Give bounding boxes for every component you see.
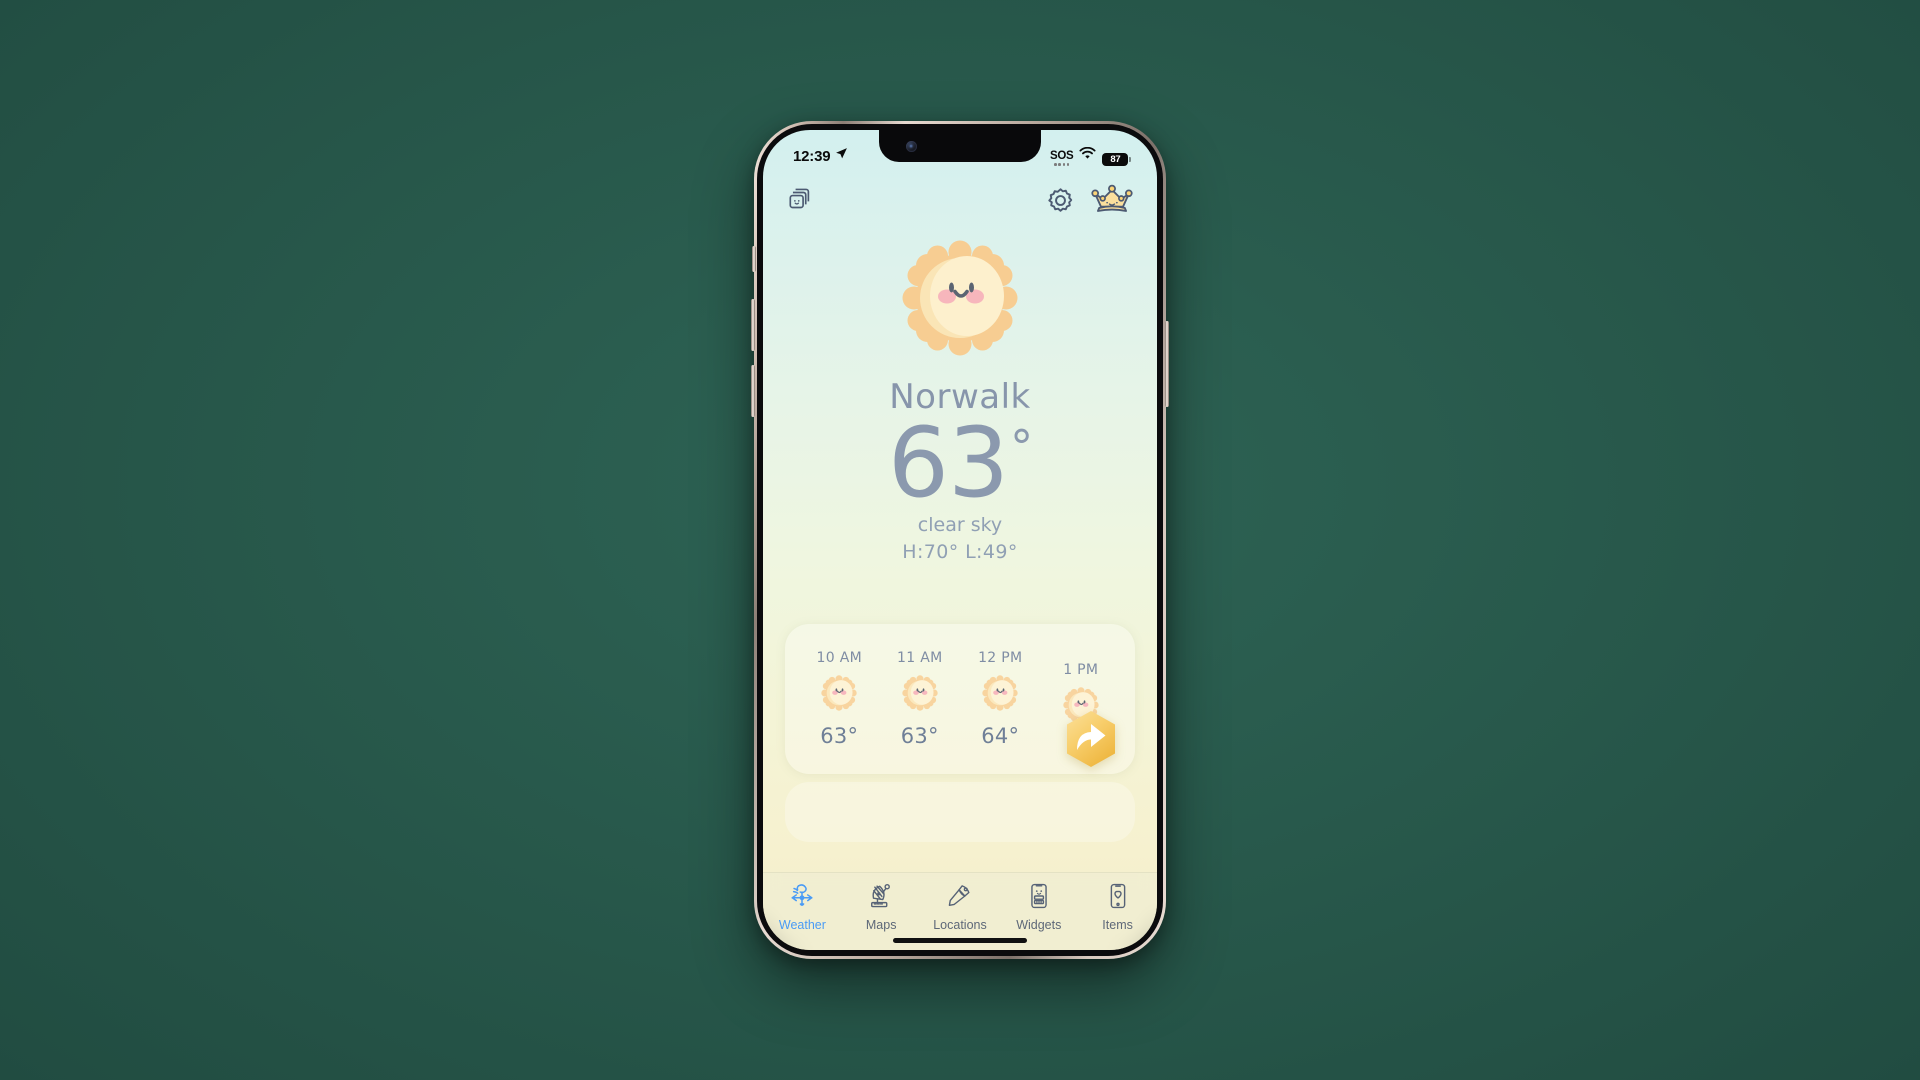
tab-label: Weather [778,918,826,932]
hourly-item[interactable]: 10 AM 63° [812,650,866,748]
battery-cap [1129,156,1131,162]
home-indicator[interactable] [893,938,1027,943]
hour-label: 12 PM [978,650,1023,666]
sun-face-icon [900,673,940,717]
app-header-right [1046,182,1135,218]
tab-label: Widgets [1016,918,1062,932]
gear-icon[interactable] [1046,186,1075,215]
app-header [763,182,1157,218]
sos-label: SOS [1050,149,1074,162]
hourly-forecast-card[interactable]: 10 AM 63° 11 AM 63° 12 PM 64° 1 PM [785,624,1135,774]
hourly-item[interactable]: 12 PM 64° [973,650,1027,748]
tab-label: Items [1102,918,1133,932]
current-temperature: 63 ° [887,407,1033,519]
status-time: 12:39 [793,147,831,165]
cards-stack-icon[interactable] [785,185,815,215]
condition-text: clear sky [917,513,1003,536]
weathervane-icon [787,881,817,915]
signal-dots [1054,162,1070,166]
high-low-text: H:70° L:49° [902,540,1018,563]
battery-indicator: 87 [1102,152,1131,166]
sun-face-icon [819,673,859,717]
power-button[interactable] [1165,321,1169,407]
volume-down-button[interactable] [751,365,755,417]
status-bar-right: SOS 87 [1050,146,1131,166]
weather-main: Norwalk 63 ° clear sky H:70° L:49° [763,225,1157,563]
phone-screen: 12:39 SOS 87 Norwalk 63 ° clear sky H:70… [763,130,1157,950]
tab-label: Maps [865,918,897,932]
silent-switch[interactable] [751,246,756,272]
battery-percent: 87 [1110,153,1121,165]
status-bar-left: 12:39 [793,147,848,165]
pushpin-icon [945,881,975,915]
share-button[interactable] [1060,708,1122,770]
location-arrow-icon [835,147,848,165]
degree-symbol: ° [1010,420,1033,474]
hour-temp: 64° [981,724,1020,748]
front-camera [906,141,917,152]
hourly-item[interactable]: 11 AM 63° [893,650,947,748]
wifi-icon [1079,146,1096,165]
phone-widget-icon [1024,881,1054,915]
temperature-value: 63 [887,407,1009,519]
sos-indicator: SOS [1050,149,1074,166]
sun-face-icon [895,233,1025,367]
tab-widgets[interactable]: Widgets [1007,881,1071,932]
satellite-dish-icon [866,881,896,915]
phone-device: 12:39 SOS 87 Norwalk 63 ° clear sky H:70… [751,121,1169,959]
tab-label: Locations [933,918,987,932]
tab-weather[interactable]: Weather [770,881,834,932]
sun-face-icon [980,673,1020,717]
tab-items[interactable]: Items [1086,881,1150,932]
secondary-forecast-card[interactable] [785,782,1135,842]
crown-icon[interactable] [1089,182,1135,218]
hour-temp: 63° [820,724,859,748]
volume-up-button[interactable] [751,299,755,351]
notch [879,130,1041,162]
tab-maps[interactable]: Maps [849,881,913,932]
hour-temp: 63° [900,724,939,748]
phone-heart-icon [1103,881,1133,915]
hour-label: 1 PM [1063,662,1099,678]
tab-locations[interactable]: Locations [928,881,992,932]
hour-label: 11 AM [897,650,943,666]
hour-label: 10 AM [816,650,862,666]
